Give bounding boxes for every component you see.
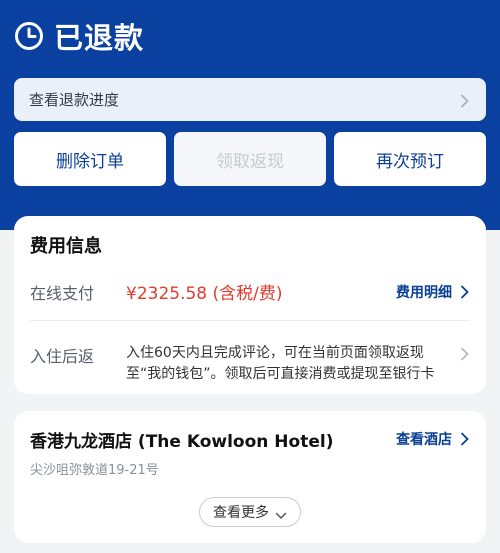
action-buttons: 删除订单 领取返现 再次预订	[14, 132, 486, 186]
view-hotel-link[interactable]: 查看酒店	[396, 429, 470, 449]
payment-amount: ¥2325.58 (含税/费)	[126, 284, 283, 304]
hotel-address: 尖沙咀弥敦道19-21号	[30, 463, 159, 478]
view-more-label: 查看更多	[213, 505, 269, 521]
chevron-down-icon	[275, 508, 287, 520]
fee-detail-link[interactable]: 费用明细	[396, 282, 470, 302]
hotel-info-card: 香港九龙酒店 (The Kowloon Hotel) 查看酒店 尖沙咀弥敦道19…	[14, 411, 486, 543]
rebate-row[interactable]: 入住后返 入住60天内且完成评论，可在当前页面领取返现至“我的钱包”。领取后可直…	[30, 343, 470, 385]
rebate-label: 入住后返	[30, 347, 95, 366]
fee-card-title: 费用信息	[30, 236, 102, 257]
payment-label: 在线支付	[30, 283, 95, 303]
fee-detail-label: 费用明细	[396, 284, 452, 301]
chevron-right-icon	[460, 346, 470, 361]
refund-progress-label: 查看退款进度	[29, 91, 120, 109]
refund-progress-button[interactable]: 查看退款进度	[14, 78, 486, 121]
chevron-right-icon	[460, 432, 470, 446]
chevron-right-icon	[460, 285, 470, 299]
rebook-button[interactable]: 再次预订	[334, 132, 486, 186]
fee-info-card: 费用信息 在线支付 ¥2325.58 (含税/费) 费用明细 入住后返 入住60…	[14, 216, 486, 394]
rebate-description: 入住60天内且完成评论，可在当前页面领取返现至“我的钱包”。领取后可直接消费或提…	[126, 345, 435, 382]
header-banner: 已退款 查看退款进度 删除订单 领取返现 再次预订	[0, 0, 500, 230]
view-more-button[interactable]: 查看更多	[199, 497, 301, 527]
page-title: 已退款	[14, 16, 144, 56]
claim-cashback-button[interactable]: 领取返现	[174, 132, 326, 186]
clock-icon	[14, 21, 44, 51]
view-hotel-label: 查看酒店	[396, 432, 452, 448]
delete-order-button[interactable]: 删除订单	[14, 132, 166, 186]
divider	[30, 320, 470, 321]
order-detail-page: 已退款 查看退款进度 删除订单 领取返现 再次预订 费用信息 在线支付 ¥232…	[0, 0, 500, 553]
payment-row: 在线支付 ¥2325.58 (含税/费) 费用明细	[30, 279, 470, 304]
hotel-name: 香港九龙酒店 (The Kowloon Hotel)	[30, 432, 334, 452]
status-title: 已退款	[54, 21, 145, 55]
chevron-right-icon	[460, 93, 470, 107]
